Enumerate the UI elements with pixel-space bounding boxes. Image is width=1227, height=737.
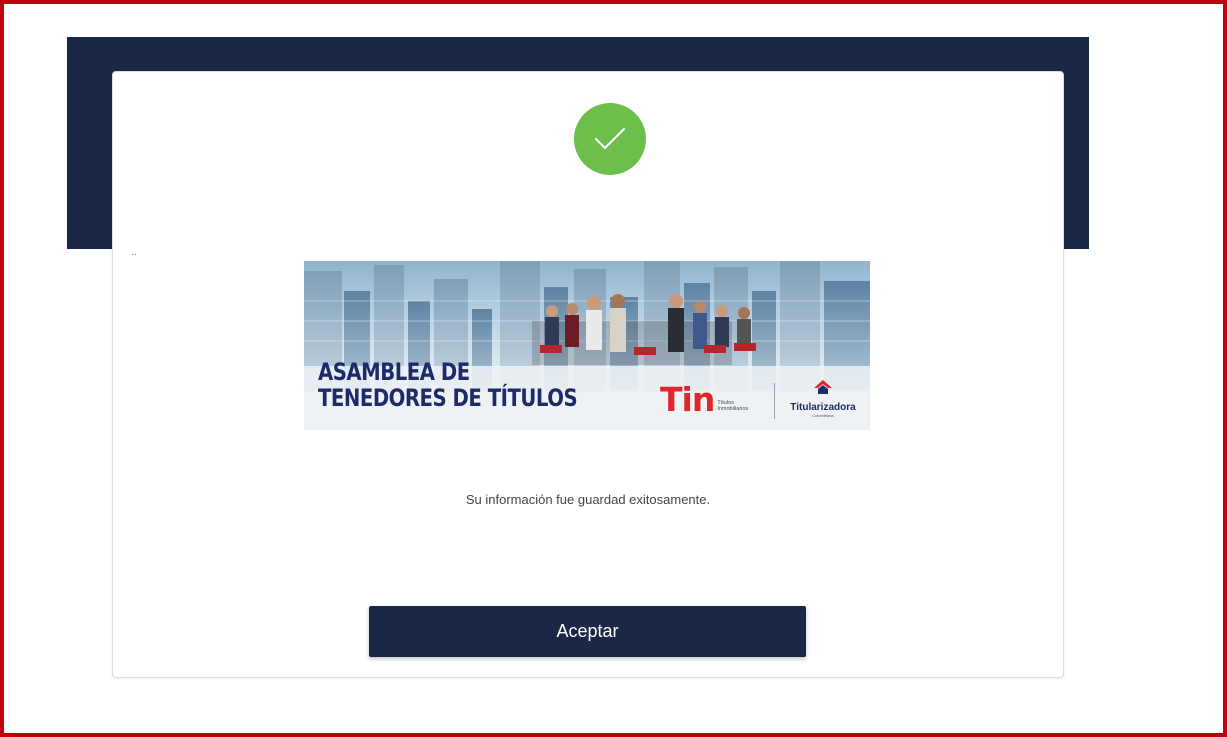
tin-logo-text: Tin	[660, 380, 715, 419]
assembly-banner: ASAMBLEA DE TENEDORES DE TÍTULOS Tin Tít…	[304, 261, 870, 430]
accept-button[interactable]: Aceptar	[369, 606, 806, 657]
success-message: Su información fue guardad exitosamente.	[465, 492, 711, 507]
success-dialog: .. ASAMBLEA DE TENEDORES DE TÍTULOS Tin …	[112, 71, 1064, 678]
tin-logo-subtext: Títulos Inmobiliarios	[717, 400, 749, 412]
banner-title-line1: ASAMBLEA DE	[318, 358, 470, 386]
logo-divider	[774, 383, 775, 419]
titularizadora-logo: Titularizadora Colombiana	[782, 379, 864, 418]
tin-logo: Tin Títulos Inmobiliarios	[660, 380, 757, 419]
stray-mark: ..	[131, 246, 138, 258]
banner-title: ASAMBLEA DE TENEDORES DE TÍTULOS	[318, 358, 578, 412]
banner-title-line2: TENEDORES DE TÍTULOS	[318, 384, 578, 412]
titularizadora-logo-text: Titularizadora	[790, 402, 856, 413]
titularizadora-logo-subtext: Colombiana	[812, 413, 834, 418]
titularizadora-house-icon	[814, 380, 832, 394]
success-checkmark-icon	[574, 103, 646, 175]
